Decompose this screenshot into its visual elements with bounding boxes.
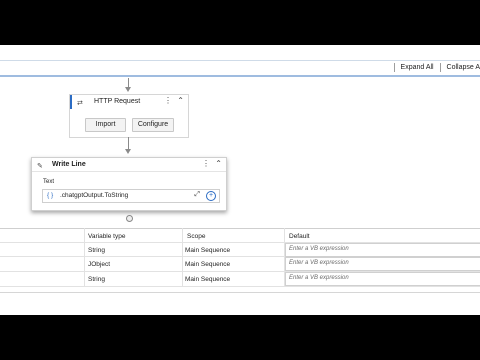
default-placeholder: Enter a VB expression [289,260,349,266]
activity-header: ⇄ HTTP Request ⋮ ⌃ [70,95,188,109]
variable-type-cell[interactable]: String [88,247,105,254]
column-divider [84,228,85,286]
text-expression-field[interactable]: { } .chatgptOutput.ToString ⤢ + [42,189,220,203]
connector-arrow [125,87,131,92]
expand-collapse-links: Expand All Collapse A [390,63,480,72]
scope-cell[interactable]: Main Sequence [185,247,230,254]
collapse-all-link[interactable]: Collapse A [447,64,480,71]
variable-type-cell[interactable]: JObject [88,261,110,268]
toolbar-separator [393,63,395,72]
http-request-icon: ⇄ [77,100,83,107]
designer-toolbar: Expand All Collapse A [0,60,480,77]
import-button[interactable]: Import [85,118,126,132]
collapse-icon[interactable]: ⌃ [177,96,184,105]
more-options-icon[interactable]: ⋮ [164,96,172,105]
write-line-icon: ✎ [37,163,43,170]
column-header-variable-type[interactable]: Variable type [88,233,125,240]
connector-arrow [125,149,131,154]
write-line-activity[interactable]: ✎ Write Line ⋮ ⌃ Text { } .chatgptOutput… [31,157,227,211]
column-header-default[interactable]: Default [289,233,310,240]
drop-point-handle[interactable] [126,215,133,222]
expression-value: .chatgptOutput.ToString [60,192,129,199]
collapse-icon[interactable]: ⌃ [215,159,222,168]
default-placeholder: Enter a VB expression [289,275,349,281]
http-request-activity[interactable]: ⇄ HTTP Request ⋮ ⌃ Import Configure [69,94,189,138]
default-value-input[interactable]: Enter a VB expression [285,257,480,271]
expression-braces-icon: { } [47,192,54,199]
toolbar-separator [439,63,441,72]
activity-title: Write Line [52,161,86,168]
configure-button[interactable]: Configure [132,118,174,132]
text-property-label: Text [43,179,55,185]
activity-title: HTTP Request [94,98,141,105]
scope-cell[interactable]: Main Sequence [185,276,230,283]
panel-divider [0,228,480,229]
row-divider [0,286,480,287]
default-placeholder: Enter a VB expression [289,246,349,252]
more-options-icon[interactable]: ⋮ [202,159,210,168]
panel-divider [0,292,480,293]
scope-cell[interactable]: Main Sequence [185,261,230,268]
expand-all-link[interactable]: Expand All [401,64,434,71]
column-header-scope[interactable]: Scope [187,233,205,240]
variable-type-cell[interactable]: String [88,276,105,283]
default-value-input[interactable]: Enter a VB expression [285,243,480,257]
add-icon[interactable]: + [206,191,216,201]
workflow-designer: Expand All Collapse A ⇄ HTTP Request ⋮ ⌃… [0,45,480,315]
activity-header: ✎ Write Line ⋮ ⌃ [32,158,226,172]
column-divider [182,228,183,286]
expand-editor-icon[interactable]: ⤢ [194,191,200,199]
default-value-input[interactable]: Enter a VB expression [285,272,480,286]
